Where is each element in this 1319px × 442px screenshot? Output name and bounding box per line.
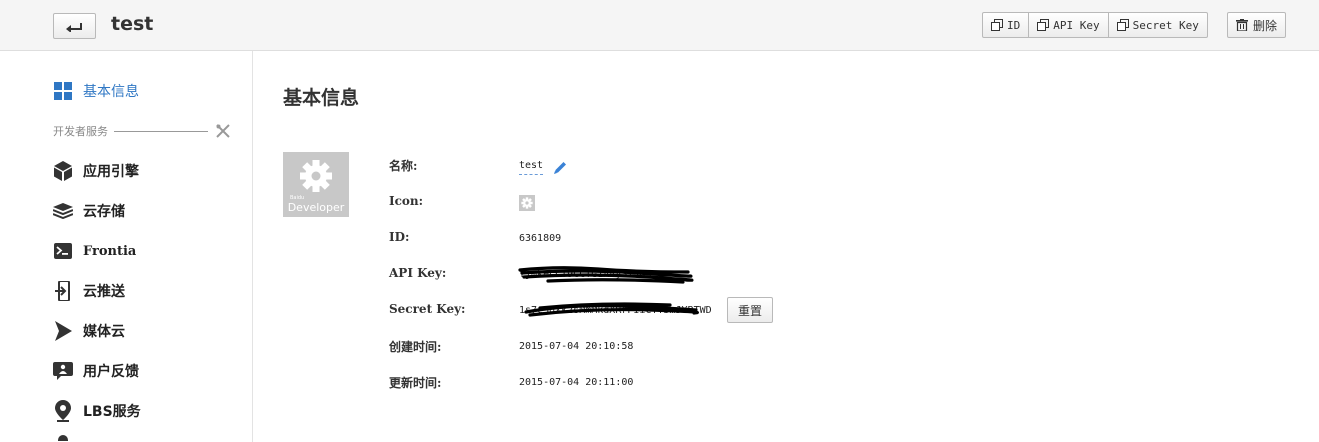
divider bbox=[114, 130, 208, 132]
created-time-label: 创建时间: bbox=[389, 340, 442, 354]
copy-id-button[interactable]: ID bbox=[982, 12, 1030, 38]
sidebar-item-media-cloud[interactable]: 媒体云 bbox=[53, 320, 125, 342]
terminal-icon bbox=[53, 241, 73, 261]
sidebar-item-label: 云推送 bbox=[83, 284, 125, 300]
redaction-scribble bbox=[524, 302, 699, 317]
api-key-label: API Key: bbox=[389, 266, 447, 280]
redaction-scribble bbox=[518, 266, 694, 284]
sidebar: 基本信息 开发者服务 应用引擎 云存储 Frontia 云推送 媒体云 用户反馈… bbox=[0, 51, 253, 442]
name-label: 名称: bbox=[389, 159, 418, 173]
delete-button[interactable]: 删除 bbox=[1227, 12, 1287, 38]
feedback-icon bbox=[53, 361, 73, 381]
location-pin-icon bbox=[53, 400, 73, 422]
updated-time-label: 更新时间: bbox=[389, 376, 442, 390]
sidebar-item-label: Frontia bbox=[83, 243, 137, 259]
more-item-icon bbox=[58, 435, 68, 441]
copy-api-key-label: API Key bbox=[1053, 18, 1100, 32]
app-icon-small[interactable] bbox=[519, 195, 535, 211]
sidebar-item-label: 云存储 bbox=[83, 204, 125, 220]
gear-icon bbox=[300, 160, 332, 192]
gear-icon bbox=[521, 197, 533, 209]
sidebar-item-frontia[interactable]: Frontia bbox=[53, 240, 136, 262]
sidebar-item-user-feedback[interactable]: 用户反馈 bbox=[53, 360, 139, 382]
reset-secret-key-button[interactable]: 重置 bbox=[727, 297, 773, 323]
delete-label: 删除 bbox=[1253, 18, 1278, 33]
section-label: 开发者服务 bbox=[53, 125, 108, 138]
sidebar-item-app-engine[interactable]: 应用引擎 bbox=[53, 160, 139, 182]
copy-icon bbox=[1116, 19, 1129, 31]
sidebar-item-cloud-storage[interactable]: 云存储 bbox=[53, 200, 125, 222]
back-button[interactable] bbox=[53, 13, 96, 39]
media-icon bbox=[53, 321, 73, 341]
page-title: 基本信息 bbox=[283, 87, 360, 109]
return-arrow-icon bbox=[65, 23, 82, 32]
sidebar-item-label: 应用引擎 bbox=[83, 164, 139, 180]
copy-button-group: ID API Key Secret Key bbox=[982, 12, 1208, 38]
tools-icon[interactable] bbox=[216, 124, 230, 138]
developer-services-header: 开发者服务 bbox=[53, 123, 230, 139]
copy-icon bbox=[991, 19, 1003, 31]
name-value[interactable]: test bbox=[519, 160, 544, 175]
sidebar-item-label: LBS服务 bbox=[83, 404, 141, 420]
sidebar-item-lbs[interactable]: LBS服务 bbox=[53, 400, 141, 422]
cube-icon bbox=[53, 161, 73, 181]
icon-label: Icon: bbox=[389, 194, 424, 208]
grid-icon bbox=[53, 81, 73, 101]
sidebar-item-label: 媒体云 bbox=[83, 324, 125, 340]
secret-key-label: Secret Key: bbox=[389, 302, 466, 316]
sidebar-item-label: 基本信息 bbox=[83, 84, 139, 100]
copy-secret-key-label: Secret Key bbox=[1132, 18, 1199, 32]
push-icon bbox=[53, 281, 73, 301]
copy-icon bbox=[1037, 19, 1050, 31]
created-time-value: 2015-07-04 20:10:58 bbox=[519, 341, 634, 352]
layers-icon bbox=[53, 201, 73, 221]
id-value: 6361809 bbox=[519, 233, 562, 244]
app-title: test bbox=[111, 13, 154, 35]
id-label: ID: bbox=[389, 230, 410, 244]
icon-brand-text: Developer bbox=[287, 201, 345, 214]
copy-id-label: ID bbox=[1007, 18, 1021, 32]
pencil-icon[interactable] bbox=[553, 160, 568, 175]
top-bar: test ID API Key Secret Key 删除 bbox=[0, 0, 1319, 51]
copy-api-key-button[interactable]: API Key bbox=[1029, 12, 1109, 38]
sidebar-item-basic-info[interactable]: 基本信息 bbox=[53, 80, 139, 102]
app-icon[interactable]: Baidu Developer bbox=[283, 152, 349, 217]
copy-secret-key-button[interactable]: Secret Key bbox=[1108, 12, 1208, 38]
trash-icon bbox=[1236, 19, 1248, 31]
sidebar-item-label: 用户反馈 bbox=[83, 364, 139, 380]
updated-time-value: 2015-07-04 20:11:00 bbox=[519, 377, 634, 388]
sidebar-item-cloud-push[interactable]: 云推送 bbox=[53, 280, 125, 302]
